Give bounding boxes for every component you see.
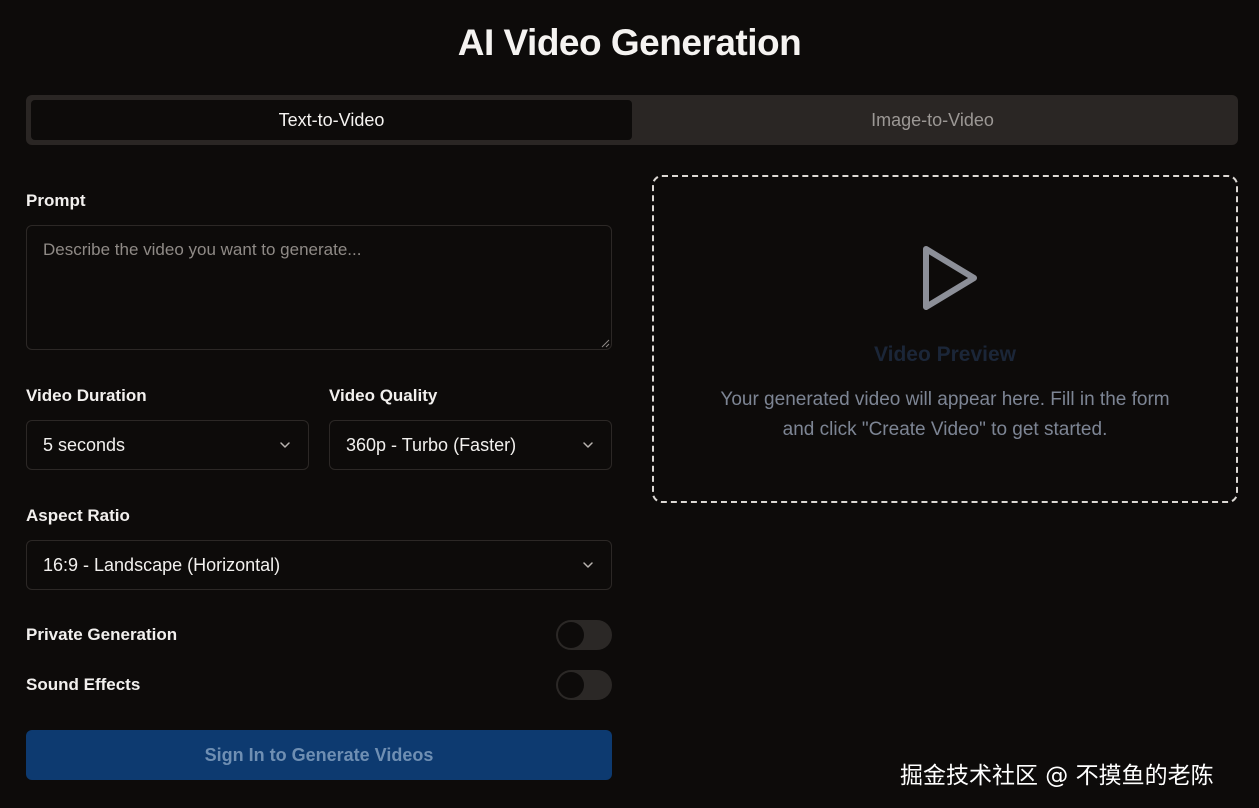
toggle-knob	[558, 622, 584, 648]
toggle-knob	[558, 672, 584, 698]
play-icon	[923, 246, 977, 310]
aspect-value: 16:9 - Landscape (Horizontal)	[43, 554, 281, 575]
private-generation-label: Private Generation	[26, 625, 178, 644]
chevron-down-icon	[583, 442, 593, 448]
mode-tabs: Text-to-Video Image-to-Video	[26, 95, 1238, 145]
chevron-down-icon	[583, 562, 593, 568]
preview-description: Your generated video will appear here. F…	[720, 389, 1170, 440]
sound-effects-toggle[interactable]	[556, 670, 612, 700]
quality-select[interactable]: 360p - Turbo (Faster)	[329, 420, 612, 470]
resize-grip-icon[interactable]	[600, 338, 610, 348]
prompt-label: Prompt	[26, 191, 86, 210]
quality-label: Video Quality	[329, 386, 438, 405]
video-preview-panel: Video Preview Your generated video will …	[652, 175, 1238, 503]
duration-label: Video Duration	[26, 386, 147, 405]
aspect-select[interactable]: 16:9 - Landscape (Horizontal)	[26, 540, 612, 590]
page-title: AI Video Generation	[457, 22, 802, 63]
page: AI Video Generation Text-to-Video Image-…	[0, 0, 1259, 808]
duration-value: 5 seconds	[43, 434, 126, 455]
duration-select[interactable]: 5 seconds	[26, 420, 309, 470]
quality-value: 360p - Turbo (Faster)	[346, 434, 517, 455]
aspect-label: Aspect Ratio	[26, 506, 130, 525]
watermark: 掘金技术社区 @ 不摸鱼的老陈	[900, 763, 1214, 789]
preview-title: Video Preview	[873, 343, 1017, 366]
private-generation-toggle[interactable]	[556, 620, 612, 650]
sound-effects-label: Sound Effects	[26, 675, 141, 694]
sign-in-generate-button[interactable]: Sign In to Generate Videos	[26, 730, 612, 780]
prompt-input[interactable]	[26, 225, 612, 350]
tab-text-to-video[interactable]: Text-to-Video	[31, 100, 632, 140]
tab-image-to-video[interactable]: Image-to-Video	[632, 100, 1233, 140]
chevron-down-icon	[280, 442, 290, 448]
